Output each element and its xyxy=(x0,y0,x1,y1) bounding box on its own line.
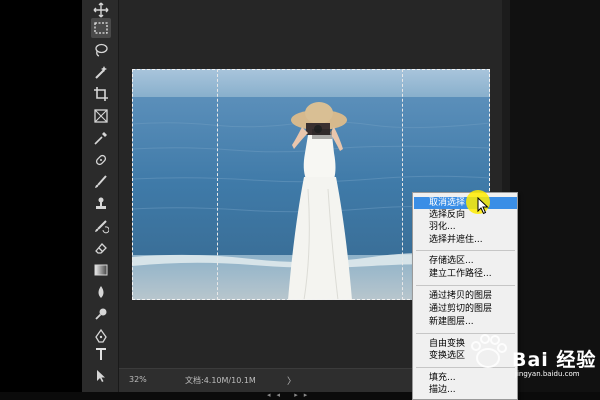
pen-icon[interactable] xyxy=(91,326,111,346)
type-icon[interactable] xyxy=(91,344,111,364)
collapse-arrows-icon[interactable]: ◂◂ ▸▸ xyxy=(267,391,313,399)
gradient-icon[interactable] xyxy=(91,260,111,280)
menu-item-feather[interactable]: 羽化... xyxy=(414,221,517,233)
left-margin xyxy=(0,0,82,400)
menu-item-layer-via-cut[interactable]: 通过剪切的图层 xyxy=(414,303,517,315)
dodge-icon[interactable] xyxy=(91,304,111,324)
menu-item-save-selection[interactable]: 存储选区... xyxy=(414,255,517,267)
lasso-icon[interactable] xyxy=(91,40,111,60)
menu-separator xyxy=(416,250,515,251)
watermark-url: jingyan.baidu.com xyxy=(515,370,580,378)
mouse-pointer-icon xyxy=(477,197,489,215)
menu-item-inverse[interactable]: 选择反向 xyxy=(414,209,517,221)
crop-icon[interactable] xyxy=(91,84,111,104)
frame-icon[interactable] xyxy=(91,106,111,126)
menu-separator xyxy=(416,285,515,286)
blur-icon[interactable] xyxy=(91,282,111,302)
menu-item-new-layer[interactable]: 新建图层... xyxy=(414,316,517,328)
menu-item-make-work-path[interactable]: 建立工作路径... xyxy=(414,268,517,280)
status-menu-arrow[interactable]: 〉 xyxy=(287,374,296,387)
menu-item-select-and-mask[interactable]: 选择并遮住... xyxy=(414,234,517,246)
selection-guide-1 xyxy=(217,69,218,300)
watermark-title: Bai 经验 xyxy=(512,349,597,371)
photoshop-window: 32% 文档:4.10M/10.1M 〉 ◂◂ ▸▸ 取消选择 选择反向 羽化.… xyxy=(0,0,600,400)
healing-brush-icon[interactable] xyxy=(91,150,111,170)
tools-panel xyxy=(82,0,119,392)
document-info: 文档:4.10M/10.1M xyxy=(185,376,256,385)
eyedropper-icon[interactable] xyxy=(91,128,111,148)
selection-guide-2 xyxy=(402,69,403,300)
eraser-icon[interactable] xyxy=(91,238,111,258)
rectangular-marquee-icon[interactable] xyxy=(91,18,111,38)
menu-item-stroke[interactable]: 描边... xyxy=(414,384,517,396)
quick-selection-icon[interactable] xyxy=(91,62,111,82)
clone-stamp-icon[interactable] xyxy=(91,194,111,214)
path-selection-icon[interactable] xyxy=(91,366,111,386)
history-brush-icon[interactable] xyxy=(91,216,111,236)
menu-item-layer-via-copy[interactable]: 通过拷贝的图层 xyxy=(414,290,517,302)
brush-icon[interactable] xyxy=(91,172,111,192)
move-icon[interactable] xyxy=(91,0,111,20)
zoom-level[interactable]: 32% xyxy=(129,375,147,384)
